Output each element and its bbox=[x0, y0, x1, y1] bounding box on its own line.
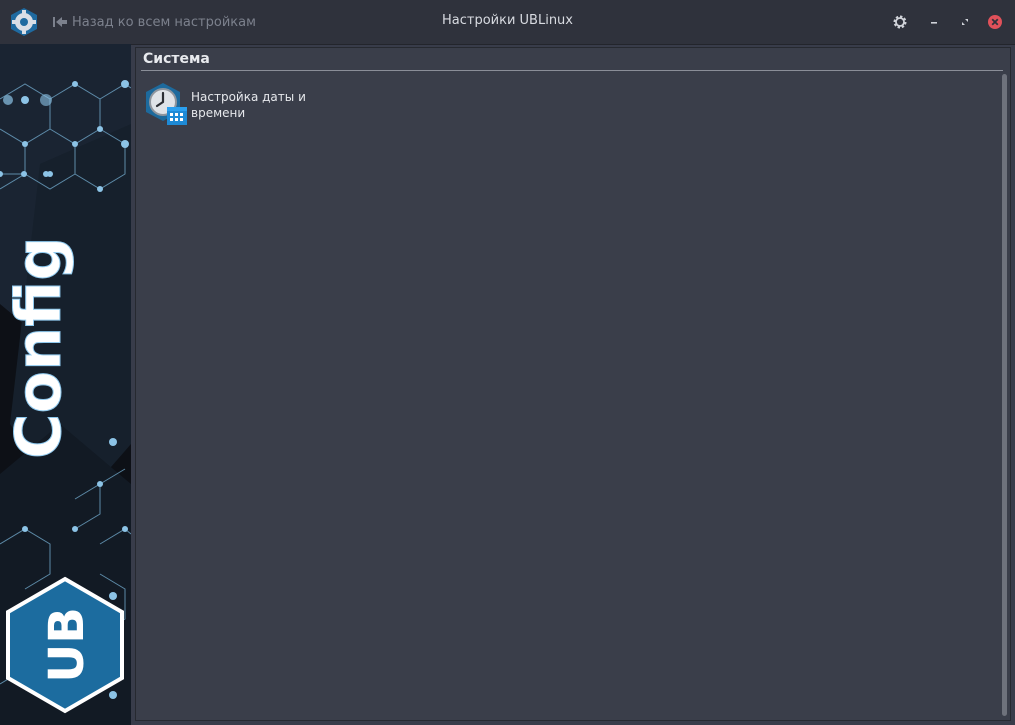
settings-panel: Система Настройка даты и времени bbox=[135, 47, 1011, 721]
back-arrow-icon bbox=[53, 17, 67, 27]
section-title: Система bbox=[143, 51, 210, 67]
restore-icon bbox=[962, 19, 968, 25]
settings-app-icon bbox=[11, 8, 37, 36]
banner-ub-text: UB bbox=[39, 607, 95, 683]
title-bar: Назад ко всем настройкам Настройки UBLin… bbox=[0, 0, 1015, 45]
section-divider bbox=[141, 70, 1003, 71]
banner-config-text: Config bbox=[2, 236, 75, 459]
gear-icon bbox=[893, 15, 907, 29]
minimize-button[interactable] bbox=[924, 12, 944, 32]
back-button-label: Назад ко всем настройкам bbox=[72, 14, 256, 30]
maximize-button[interactable] bbox=[955, 12, 975, 32]
close-button[interactable] bbox=[985, 12, 1005, 32]
settings-window: Назад ко всем настройкам Настройки UBLin… bbox=[0, 0, 1015, 725]
date-time-settings-label: Настройка даты и времени bbox=[191, 90, 306, 120]
settings-button[interactable] bbox=[890, 12, 910, 32]
date-time-settings-icon bbox=[146, 83, 187, 125]
vertical-scrollbar[interactable] bbox=[1002, 74, 1007, 716]
back-button[interactable]: Назад ко всем настройкам bbox=[52, 12, 256, 32]
minimize-icon bbox=[931, 22, 937, 24]
banner-graphic: Config UB bbox=[0, 44, 131, 725]
date-time-settings-item[interactable]: Настройка даты и времени bbox=[143, 81, 313, 129]
close-icon bbox=[988, 15, 1002, 29]
ubconfig-banner: Config UB bbox=[0, 44, 131, 725]
